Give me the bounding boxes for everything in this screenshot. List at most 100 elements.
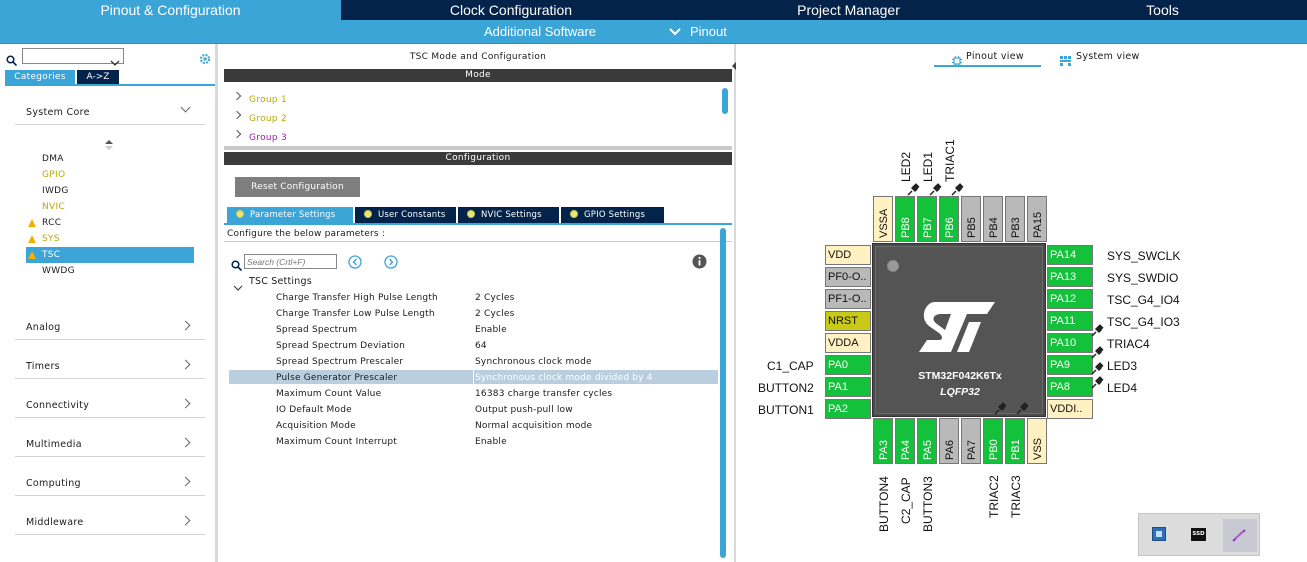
ssd-icon[interactable]: SSD xyxy=(1191,528,1206,541)
pin-pa11[interactable]: PA11 xyxy=(1047,311,1093,331)
pinout-menu[interactable]: Pinout xyxy=(690,20,727,44)
feather-icon[interactable] xyxy=(1231,527,1247,547)
pin-pa8[interactable]: PA8 xyxy=(1047,377,1093,397)
pin-pa14[interactable]: PA14 xyxy=(1047,245,1093,265)
core-item-dma[interactable]: DMA xyxy=(42,154,64,164)
mode-scrollbar[interactable] xyxy=(722,88,728,114)
tab-system-view[interactable]: System view xyxy=(1076,51,1140,62)
pin-pb7[interactable]: PB7 xyxy=(917,196,937,242)
param-value[interactable]: Synchronous clock mode xyxy=(475,357,592,367)
pin-pa1[interactable]: PA1 xyxy=(825,377,871,397)
tab-tools[interactable]: Tools xyxy=(1018,0,1307,20)
pin-pb5[interactable]: PB5 xyxy=(961,196,981,242)
core-item-iwdg[interactable]: IWDG xyxy=(42,186,69,196)
parameters-scrollbar[interactable] xyxy=(720,228,726,558)
core-item-nvic[interactable]: NVIC xyxy=(42,202,65,212)
chevron-right-icon[interactable] xyxy=(180,515,191,526)
category-system-core[interactable]: System Core xyxy=(26,107,90,118)
scroll-up-arrow-icon[interactable] xyxy=(104,136,114,155)
pin-nrst[interactable]: NRST xyxy=(825,311,871,331)
tab-parameter-settings[interactable]: Parameter Settings xyxy=(227,207,353,223)
pin-pa10[interactable]: PA10 xyxy=(1047,333,1093,353)
category-search-input[interactable] xyxy=(22,48,124,64)
pin-pb3[interactable]: PB3 xyxy=(1005,196,1025,242)
tsc-settings-group[interactable]: TSC Settings xyxy=(249,276,312,287)
pin-vss[interactable]: VSS xyxy=(1027,418,1047,464)
tab-clock-configuration[interactable]: Clock Configuration xyxy=(343,0,679,20)
pin-pb6[interactable]: PB6 xyxy=(939,196,959,242)
category-timers[interactable]: Timers xyxy=(26,361,60,372)
reset-configuration-button[interactable]: Reset Configuration xyxy=(235,177,360,197)
param-value[interactable]: 2 Cycles xyxy=(475,293,514,303)
category-middleware[interactable]: Middleware xyxy=(26,517,84,528)
chevron-down-icon[interactable] xyxy=(180,102,191,113)
tab-pinout-view[interactable]: Pinout view xyxy=(966,51,1024,62)
chevron-right-icon[interactable] xyxy=(232,129,242,139)
param-value[interactable]: Output push-pull low xyxy=(475,405,573,415)
gear-icon[interactable] xyxy=(199,50,211,69)
additional-software-link[interactable]: Additional Software xyxy=(484,20,596,44)
category-computing[interactable]: Computing xyxy=(26,478,81,489)
pin-pa7[interactable]: PA7 xyxy=(961,418,981,464)
category-multimedia[interactable]: Multimedia xyxy=(26,439,82,450)
info-icon[interactable] xyxy=(692,254,707,273)
chevron-right-icon[interactable] xyxy=(180,320,191,331)
app-icon[interactable] xyxy=(1152,527,1166,541)
param-value[interactable]: 16383 charge transfer cycles xyxy=(475,389,612,399)
pin-pb4[interactable]: PB4 xyxy=(983,196,1003,242)
tab-gpio-settings[interactable]: GPIO Settings xyxy=(561,207,664,223)
pin-pa13[interactable]: PA13 xyxy=(1047,267,1093,287)
param-value[interactable]: Enable xyxy=(475,437,507,447)
pin-pb1[interactable]: PB1 xyxy=(1005,418,1025,464)
pin-pa3[interactable]: PA3 xyxy=(873,418,893,464)
categories-view-tab[interactable]: Categories xyxy=(5,70,75,84)
splitter[interactable] xyxy=(224,146,732,150)
pin-pf0[interactable]: PF0-O.. xyxy=(825,267,871,287)
group-3[interactable]: Group 3 xyxy=(249,133,287,143)
pin-pa6[interactable]: PA6 xyxy=(939,418,959,464)
parameter-search-input[interactable] xyxy=(244,254,337,269)
pin-pf1[interactable]: PF1-O.. xyxy=(825,289,871,309)
chevron-right-icon[interactable] xyxy=(180,398,191,409)
category-analog[interactable]: Analog xyxy=(26,322,61,333)
group-2[interactable]: Group 2 xyxy=(249,114,287,124)
tab-nvic-settings[interactable]: NVIC Settings xyxy=(458,207,559,223)
param-value[interactable]: Synchronous clock mode divided by 4 xyxy=(475,373,653,383)
pin-pb8[interactable]: PB8 xyxy=(895,196,915,242)
chevron-down-icon[interactable] xyxy=(233,277,243,296)
core-item-sys[interactable]: SYS xyxy=(42,234,60,244)
pin-vdda[interactable]: VDDA xyxy=(825,333,871,353)
arrow-left-circle-icon[interactable] xyxy=(348,254,362,273)
param-value[interactable]: Enable xyxy=(475,325,507,335)
pin-pa15[interactable]: PA15 xyxy=(1027,196,1047,242)
chevron-down-icon[interactable] xyxy=(110,52,120,71)
pin-pa9[interactable]: PA9 xyxy=(1047,355,1093,375)
pin-pa4[interactable]: PA4 xyxy=(895,418,915,464)
group-1[interactable]: Group 1 xyxy=(249,95,287,105)
param-value[interactable]: 2 Cycles xyxy=(475,309,514,319)
core-item-wwdg[interactable]: WWDG xyxy=(42,266,75,276)
chevron-right-icon[interactable] xyxy=(232,110,242,120)
a-z-view-tab[interactable]: A->Z xyxy=(77,70,119,84)
chevron-right-icon[interactable] xyxy=(180,476,191,487)
chevron-right-icon[interactable] xyxy=(180,437,191,448)
pin-vddio[interactable]: VDDI.. xyxy=(1047,399,1093,419)
tab-project-manager[interactable]: Project Manager xyxy=(681,0,1016,20)
core-item-gpio[interactable]: GPIO xyxy=(42,170,65,180)
pin-vssa[interactable]: VSSA xyxy=(873,196,893,242)
mcu-chip[interactable]: STM32F042K6Tx LQFP32 xyxy=(872,243,1046,417)
tab-user-constants[interactable]: User Constants xyxy=(355,207,456,223)
category-connectivity[interactable]: Connectivity xyxy=(26,400,89,411)
tab-pinout-configuration[interactable]: Pinout & Configuration xyxy=(0,0,341,20)
pin-pb0[interactable]: PB0 xyxy=(983,418,1003,464)
pin-pa5[interactable]: PA5 xyxy=(917,418,937,464)
arrow-right-circle-icon[interactable] xyxy=(384,254,398,273)
pin-vdd[interactable]: VDD xyxy=(825,245,871,265)
pin-pa12[interactable]: PA12 xyxy=(1047,289,1093,309)
core-item-rcc[interactable]: RCC xyxy=(42,218,61,228)
core-item-tsc[interactable]: TSC xyxy=(42,250,60,260)
chevron-right-icon[interactable] xyxy=(180,359,191,370)
pin-pa2[interactable]: PA2 xyxy=(825,399,871,419)
param-value[interactable]: 64 xyxy=(475,341,487,351)
param-value[interactable]: Normal acquisition mode xyxy=(475,421,592,431)
